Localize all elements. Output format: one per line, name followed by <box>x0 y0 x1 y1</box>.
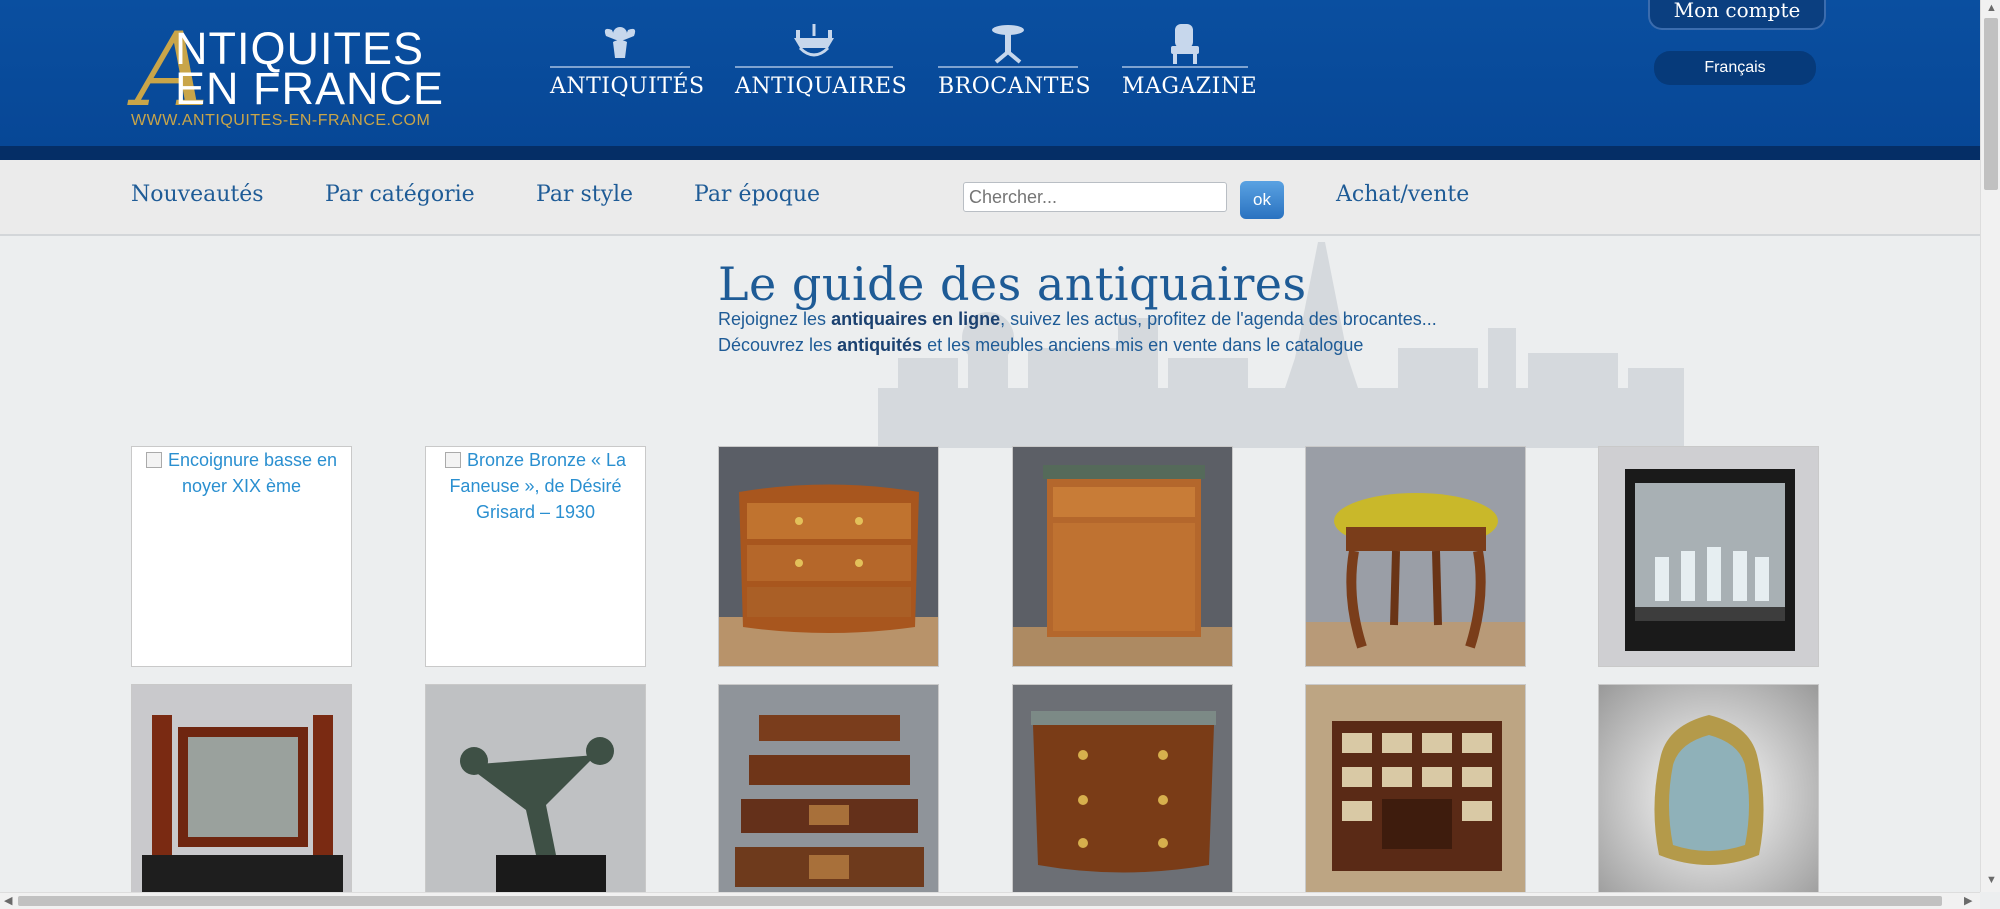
product-card[interactable] <box>1598 446 1819 667</box>
link-antiquaires-en-ligne[interactable]: antiquaires en ligne <box>831 309 1000 329</box>
topnav-brocantes[interactable]: BROCANTES <box>938 22 1091 112</box>
search-button[interactable]: ok <box>1240 181 1284 219</box>
scroll-left-icon[interactable]: ◀ <box>4 894 12 907</box>
secretaire-icon <box>1013 447 1232 666</box>
cherub-icon <box>604 27 636 58</box>
horizontal-scroll-thumb[interactable] <box>18 896 1942 906</box>
miroir-dore-icon <box>1599 685 1818 904</box>
product-card[interactable] <box>1305 446 1526 667</box>
language-selector[interactable]: Français <box>1654 51 1816 85</box>
cabinet-icon <box>1306 685 1525 904</box>
hero-intro-line2: Découvrez les antiquités et les meubles … <box>718 335 1364 355</box>
product-image-alt: Bronze Bronze « La Faneuse », de Désiré … <box>426 447 645 525</box>
subnav-par-epoque[interactable]: Par époque <box>694 182 820 207</box>
subnav-nouveautes[interactable]: Nouveautés <box>131 182 264 207</box>
topnav-label: ANTIQUAIRES <box>735 74 908 99</box>
header-strip <box>0 146 1980 160</box>
cave-a-liqueur-icon <box>1599 447 1818 666</box>
topnav-antiquites[interactable]: ANTIQUITÉS <box>550 22 704 112</box>
vertical-scrollbar[interactable]: ▲ ▼ <box>1980 0 2000 892</box>
miroir-psyche-icon <box>132 685 351 904</box>
product-card[interactable] <box>1598 684 1819 905</box>
topnav-magazine[interactable]: MAGAZINE <box>1122 22 1257 112</box>
scroll-down-icon[interactable]: ▼ <box>1986 874 1997 886</box>
product-card[interactable] <box>131 684 352 905</box>
armchair-icon <box>1171 24 1199 64</box>
pedestal-table-icon <box>992 25 1024 64</box>
link-antiquites[interactable]: antiquités <box>837 335 922 355</box>
commode-galbee-icon <box>1013 685 1232 904</box>
hero-intro-line1: Rejoignez les antiquaires en ligne, suiv… <box>718 309 1437 329</box>
topnav-label: MAGAZINE <box>1122 74 1258 99</box>
site-header: A NTIQUITES EN FRANCE WWW.ANTIQUITES-EN-… <box>0 0 1980 146</box>
logo-line2: EN FRANCE <box>175 63 445 114</box>
broken-image-icon <box>444 452 461 468</box>
logo-url: WWW.ANTIQUITES-EN-FRANCE.COM <box>131 112 431 129</box>
page-title: Le guide des antiquaires <box>718 257 1307 311</box>
chandelier-icon <box>794 24 834 57</box>
product-card[interactable] <box>1012 684 1233 905</box>
search-input[interactable] <box>963 182 1227 212</box>
horizontal-scrollbar[interactable]: ◀ ▶ <box>0 892 1980 909</box>
vertical-scroll-thumb[interactable] <box>1984 18 1998 190</box>
commode-bombee-icon <box>719 447 938 666</box>
topnav-label: ANTIQUITÉS <box>550 74 705 99</box>
topnav-antiquaires[interactable]: ANTIQUAIRES <box>735 22 907 112</box>
product-card[interactable]: Bronze Bronze « La Faneuse », de Désiré … <box>425 446 646 667</box>
subnav-par-style[interactable]: Par style <box>536 182 633 207</box>
broken-image-icon <box>145 452 162 468</box>
product-card[interactable]: Encoignure basse en noyer XIX ème <box>131 446 352 667</box>
site-logo[interactable]: A NTIQUITES EN FRANCE WWW.ANTIQUITES-EN-… <box>131 20 451 130</box>
subnav-par-categorie[interactable]: Par catégorie <box>325 182 475 207</box>
tables-gigognes-icon <box>719 685 938 904</box>
tabouret-icon <box>1306 447 1525 666</box>
product-card[interactable] <box>1305 684 1526 905</box>
subnav-achat-vente[interactable]: Achat/vente <box>1336 182 1469 207</box>
product-image-alt: Encoignure basse en noyer XIX ème <box>132 447 351 499</box>
bronze-danseuse-icon <box>426 685 645 904</box>
product-card[interactable] <box>1012 446 1233 667</box>
sub-navigation: Nouveautés Par catégorie Par style Par é… <box>0 160 1980 236</box>
topnav-label: BROCANTES <box>938 74 1092 99</box>
scroll-up-icon[interactable]: ▲ <box>1986 2 1997 14</box>
product-card[interactable] <box>425 684 646 905</box>
product-card[interactable] <box>718 446 939 667</box>
account-tab[interactable]: Mon compte <box>1648 0 1826 30</box>
product-card[interactable] <box>718 684 939 905</box>
scroll-right-icon[interactable]: ▶ <box>1964 894 1972 907</box>
